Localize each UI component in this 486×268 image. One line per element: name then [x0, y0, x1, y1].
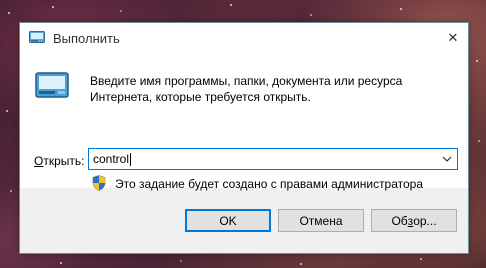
close-icon: ✕ — [447, 30, 459, 46]
title-bar[interactable]: Выполнить ✕ — [20, 23, 468, 53]
text-caret — [130, 153, 131, 166]
window-title: Выполнить — [53, 31, 120, 46]
close-button[interactable]: ✕ — [438, 23, 468, 53]
command-input[interactable] — [89, 149, 437, 169]
browse-button[interactable]: Об з ор... — [371, 209, 457, 232]
run-dialog: Выполнить ✕ Введите имя программы, папки… — [19, 22, 469, 254]
chevron-down-icon — [442, 156, 452, 162]
open-label: Открыть: — [34, 154, 85, 168]
dropdown-button[interactable] — [437, 149, 457, 169]
description-text: Введите имя программы, папки, документа … — [90, 74, 403, 104]
admin-note: Это задание будет создано с правами адми… — [115, 177, 424, 191]
open-combobox[interactable] — [88, 148, 458, 170]
dialog-content: Введите имя программы, папки, документа … — [20, 53, 468, 191]
cancel-button[interactable]: Отмена — [278, 209, 364, 232]
run-icon — [29, 31, 45, 43]
uac-shield-icon — [92, 175, 106, 191]
ok-button[interactable]: OK — [185, 209, 271, 232]
run-icon — [35, 72, 69, 98]
